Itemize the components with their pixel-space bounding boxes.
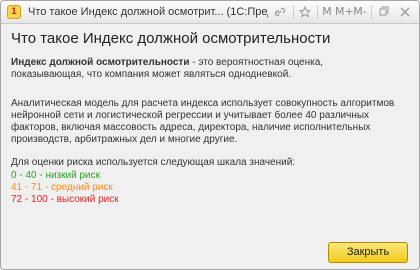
restore-icon[interactable] [377,4,391,20]
scale-low-risk: 0 - 40 - низкий риск [11,170,100,181]
page-title: Что такое Индекс должной осмотрительност… [11,30,331,47]
1c-logo-icon[interactable]: 1 [7,5,21,19]
title-bar[interactable]: 1 Что такое Индекс должной осмотрит... (… [1,1,419,24]
close-icon[interactable] [398,4,412,20]
close-button[interactable]: Закрыть [328,242,408,263]
scale-medium-risk: 41 - 71 - средний риск [11,182,113,193]
window-title: Что такое Индекс должной осмотрит... (1С… [28,6,268,18]
scale-high-risk: 72 - 100 - высокий риск [11,194,119,205]
toolbar-separator [371,5,372,19]
memory-plus-button[interactable]: M+ [335,4,354,20]
toolbar-separator [317,5,318,19]
model-paragraph: Аналитическая модель для расчета индекса… [11,98,395,145]
definition-paragraph: Индекс должной осмотрительности - это ве… [11,57,396,81]
definition-term: Индекс должной осмотрительности [11,57,190,68]
memory-minus-button[interactable]: M- [352,4,368,20]
star-icon[interactable] [298,4,312,20]
dialog-content: Что такое Индекс должной осмотрительност… [11,24,409,168]
dialog-window: 1 Что такое Индекс должной осмотрит... (… [0,0,420,270]
link-icon[interactable] [273,4,287,20]
scale-intro: Для оценки риска используется следующая … [11,157,296,168]
memory-button[interactable]: M [321,4,333,20]
toolbar-separator [293,5,294,19]
